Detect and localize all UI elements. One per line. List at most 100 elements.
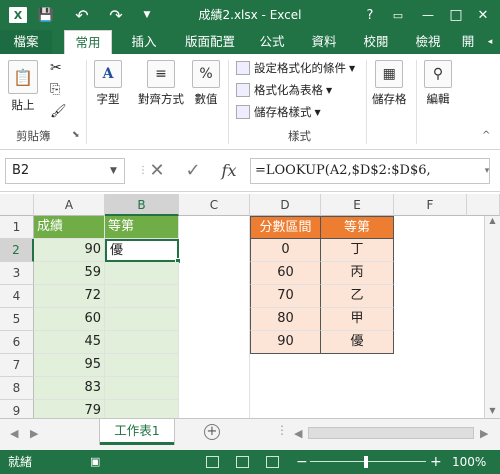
column-header-d[interactable]: D: [250, 194, 321, 216]
cell-e1[interactable]: 等第: [321, 216, 394, 239]
horizontal-scrollbar[interactable]: [308, 427, 474, 439]
page-break-view-icon[interactable]: [266, 456, 279, 468]
cell-e2[interactable]: 丁: [321, 239, 394, 262]
name-box-dropdown-icon[interactable]: ▼: [110, 158, 117, 184]
row-header[interactable]: 9: [0, 400, 34, 418]
normal-view-icon[interactable]: [206, 456, 219, 468]
worksheet-grid[interactable]: A B C D E F 1 2 3 4 5 6 7 8 9 成績 等第 90 5…: [0, 194, 500, 418]
help-button[interactable]: ?: [362, 0, 378, 30]
cell-b6[interactable]: [105, 331, 179, 354]
format-as-table-button[interactable]: 格式化為表格 ▼: [236, 82, 332, 98]
cell-b9[interactable]: [105, 400, 179, 418]
row-header[interactable]: 5: [0, 308, 34, 331]
cell-a3[interactable]: 59: [34, 262, 105, 285]
sheet-prev-icon[interactable]: ◀: [10, 427, 18, 440]
cell-a6[interactable]: 45: [34, 331, 105, 354]
ribbon-display-icon[interactable]: ▭: [390, 0, 406, 30]
sheet-tab-1[interactable]: 工作表1: [100, 419, 174, 445]
sheet-next-icon[interactable]: ▶: [30, 427, 38, 440]
cell-b2-selected[interactable]: 優: [105, 239, 179, 262]
restore-button[interactable]: □: [448, 0, 464, 30]
insert-function-button[interactable]: fx: [214, 158, 244, 184]
row-header[interactable]: 3: [0, 262, 34, 285]
cell-e6[interactable]: 優: [321, 331, 394, 354]
zoom-level[interactable]: 100%: [452, 450, 486, 474]
column-c-cells[interactable]: [179, 216, 250, 418]
column-header-f[interactable]: F: [394, 194, 467, 216]
conditional-formatting-button[interactable]: 設定格式化的條件 ▼: [236, 60, 355, 76]
copy-icon[interactable]: ⎘: [50, 82, 60, 97]
cell-b5[interactable]: [105, 308, 179, 331]
tab-data[interactable]: 資料: [304, 30, 344, 54]
format-painter-icon[interactable]: 🖌: [50, 104, 67, 119]
scroll-tabs-icon[interactable]: ◂: [482, 30, 498, 54]
cell-a5[interactable]: 60: [34, 308, 105, 331]
hscroll-right-icon[interactable]: ▶: [480, 427, 488, 440]
paste-button[interactable]: 📋 貼上: [8, 60, 38, 113]
name-box[interactable]: B2: [5, 158, 125, 184]
tab-formulas[interactable]: 公式: [252, 30, 292, 54]
page-layout-view-icon[interactable]: [236, 456, 249, 468]
close-button[interactable]: ✕: [475, 0, 491, 30]
add-sheet-button[interactable]: +: [204, 424, 220, 440]
cell-a8[interactable]: 83: [34, 377, 105, 400]
column-header-e[interactable]: E: [321, 194, 394, 216]
cancel-formula-button[interactable]: ✕: [142, 158, 172, 184]
cell-e3[interactable]: 丙: [321, 262, 394, 285]
minimize-button[interactable]: —: [420, 0, 436, 30]
cell-a2[interactable]: 90: [34, 239, 105, 262]
collapse-ribbon-icon[interactable]: ^: [482, 130, 490, 141]
cell-d4[interactable]: 70: [250, 285, 321, 308]
scroll-up-icon[interactable]: ▲: [485, 216, 500, 225]
vertical-scrollbar[interactable]: ▲ ▼: [484, 216, 500, 418]
zoom-out-button[interactable]: −: [296, 450, 308, 474]
cell-b3[interactable]: [105, 262, 179, 285]
cell-e4[interactable]: 乙: [321, 285, 394, 308]
row-header[interactable]: 8: [0, 377, 34, 400]
column-header-a[interactable]: A: [34, 194, 105, 216]
row-header[interactable]: 2: [0, 239, 34, 262]
expand-formula-bar-icon[interactable]: ▾: [480, 158, 494, 184]
cells-button[interactable]: ▦ 儲存格: [372, 60, 407, 107]
cell-b1[interactable]: 等第: [105, 216, 179, 239]
cell-d6[interactable]: 90: [250, 331, 321, 354]
tab-developer-partial[interactable]: 開: [458, 30, 478, 54]
column-header-b[interactable]: B: [105, 194, 179, 216]
cell-a1[interactable]: 成績: [34, 216, 105, 239]
row-header[interactable]: 4: [0, 285, 34, 308]
column-header-c[interactable]: C: [179, 194, 250, 216]
tab-file[interactable]: 檔案: [0, 30, 52, 54]
cell-a7[interactable]: 95: [34, 354, 105, 377]
alignment-button[interactable]: ≡ 對齊方式: [138, 60, 184, 107]
zoom-slider-thumb[interactable]: [364, 456, 368, 468]
zoom-in-button[interactable]: +: [430, 450, 442, 474]
macro-record-icon[interactable]: ▣: [90, 450, 100, 474]
clipboard-launcher-icon[interactable]: ⬊: [72, 130, 80, 140]
zoom-slider[interactable]: [310, 461, 426, 462]
column-header-g-partial[interactable]: [467, 194, 500, 216]
cell-styles-button[interactable]: 儲存格樣式 ▼: [236, 104, 321, 120]
cell-a4[interactable]: 72: [34, 285, 105, 308]
row-header[interactable]: 6: [0, 331, 34, 354]
editing-button[interactable]: ⚲ 編輯: [424, 60, 452, 107]
tab-split-handle-icon[interactable]: ⋮: [276, 423, 288, 437]
tab-view[interactable]: 檢視: [408, 30, 448, 54]
cell-d5[interactable]: 80: [250, 308, 321, 331]
row-header[interactable]: 1: [0, 216, 34, 239]
hscroll-left-icon[interactable]: ◀: [294, 427, 302, 440]
cell-b7[interactable]: [105, 354, 179, 377]
cell-b4[interactable]: [105, 285, 179, 308]
cell-d1[interactable]: 分數區間: [250, 216, 321, 239]
cell-a9[interactable]: 79: [34, 400, 105, 418]
scroll-down-icon[interactable]: ▼: [485, 406, 500, 415]
select-all-corner[interactable]: [0, 194, 34, 216]
tab-insert[interactable]: 插入: [124, 30, 164, 54]
cell-e5[interactable]: 甲: [321, 308, 394, 331]
confirm-formula-button[interactable]: ✓: [178, 158, 208, 184]
cell-d3[interactable]: 60: [250, 262, 321, 285]
number-button[interactable]: % 數值: [192, 60, 220, 107]
cut-icon[interactable]: ✂: [50, 60, 62, 76]
formula-input[interactable]: =LOOKUP(A2,$D$2:$D$6,: [250, 158, 490, 184]
tab-review[interactable]: 校閱: [356, 30, 396, 54]
tab-page-layout[interactable]: 版面配置: [178, 30, 242, 54]
